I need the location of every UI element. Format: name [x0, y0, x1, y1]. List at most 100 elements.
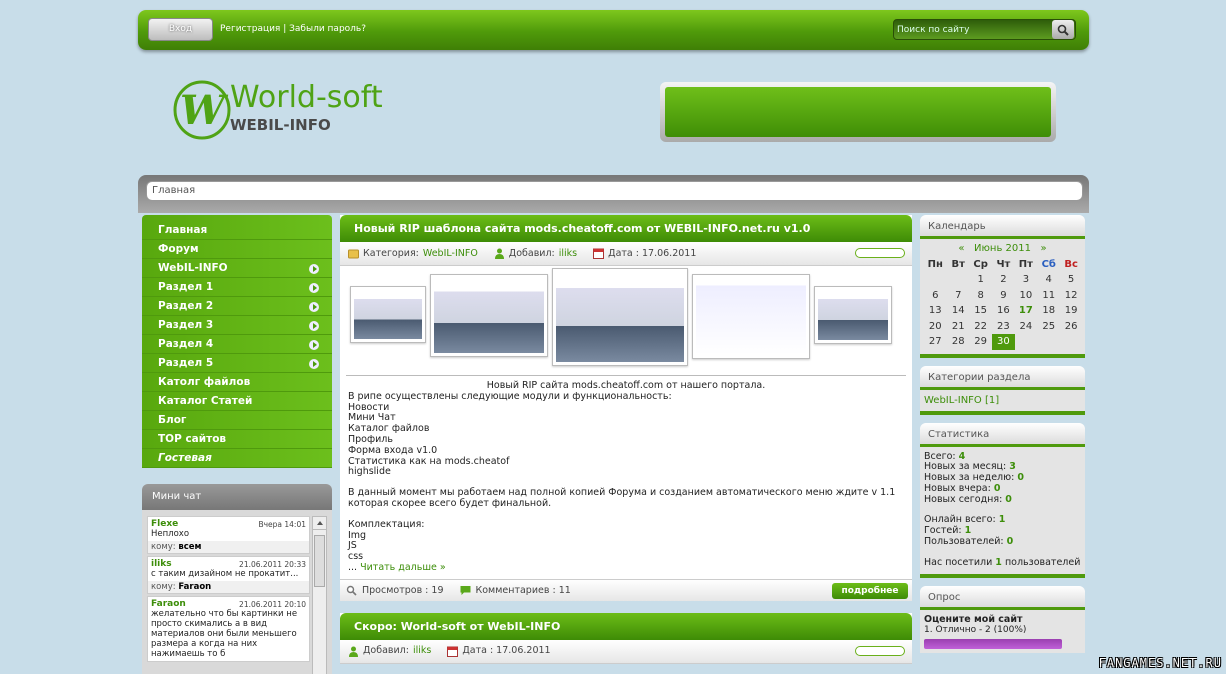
calendar-day[interactable]: 12	[1060, 288, 1082, 304]
breadcrumb[interactable]: Главная	[146, 181, 1083, 201]
calendar-day[interactable]: 25	[1037, 319, 1060, 335]
calendar-day[interactable]: 3	[1015, 272, 1038, 288]
calendar-day[interactable]: 23	[992, 319, 1014, 335]
calendar-day[interactable]: 19	[1060, 303, 1082, 319]
menu-item[interactable]: Раздел 5	[142, 354, 332, 373]
screenshot-thumbnail[interactable]	[692, 274, 810, 359]
menu-item[interactable]: Раздел 4	[142, 335, 332, 354]
author-link[interactable]: iliks	[413, 640, 431, 662]
chat-to-name: Faraon	[178, 582, 212, 592]
menu-item[interactable]: Каталог Статей	[142, 392, 332, 411]
chat-to-name: всем	[178, 542, 202, 552]
calendar-day[interactable]: 2	[992, 272, 1014, 288]
chat-text: желательно что бы картинки не просто ски…	[151, 609, 298, 659]
calendar-day[interactable]: 16	[992, 303, 1014, 319]
menu-item[interactable]: Раздел 1	[142, 278, 332, 297]
calendar-day[interactable]: 14	[948, 303, 970, 319]
search-button[interactable]	[1052, 20, 1074, 39]
menu-item[interactable]: Блог	[142, 411, 332, 430]
post-title[interactable]: Новый RIP шаблона сайта mods.cheatoff.co…	[340, 215, 912, 242]
calendar-day[interactable]: 21	[948, 319, 970, 335]
login-button[interactable]: Вход	[148, 18, 213, 41]
calendar-nav: « Июнь 2011 »	[923, 243, 1082, 254]
menu-item[interactable]: Главная	[142, 221, 332, 240]
scroll-thumb[interactable]	[314, 535, 325, 587]
calendar-day[interactable]: 4	[1037, 272, 1060, 288]
more-button[interactable]: подробнее	[832, 582, 908, 599]
menu-item-label: Форум	[158, 243, 199, 255]
statistics-block: Статистика Всего: 4 Новых за месяц: 3 Новы…	[920, 422, 1085, 578]
chat-to-label: кому:	[151, 542, 176, 552]
post-line: В рипе осуществлены следующие модули и ф…	[348, 390, 672, 402]
site-logo[interactable]: W World-soft WEBIL-INFO	[172, 78, 422, 148]
calendar-day[interactable]: 30	[992, 334, 1015, 350]
menu-item[interactable]: Форум	[142, 240, 332, 259]
chevron-right-icon	[309, 302, 319, 312]
menu-item[interactable]: TOP сайтов	[142, 430, 332, 449]
forgot-password-link[interactable]: Забыли пароль?	[289, 24, 366, 34]
menu-item[interactable]: WebIL-INFO	[142, 259, 332, 278]
stat-value: 4	[958, 450, 966, 462]
category-item[interactable]: WebIL-INFO [1]	[920, 390, 1085, 411]
menu-item[interactable]: Католг файлов	[142, 373, 332, 392]
menu-item-label: TOP сайтов	[158, 433, 227, 445]
register-link[interactable]: Регистрация	[220, 24, 280, 34]
calendar-day[interactable]: 7	[948, 288, 970, 304]
author-link[interactable]: iliks	[559, 243, 577, 265]
calendar-day[interactable]: 8	[969, 288, 992, 304]
stat-label: Онлайн всего:	[924, 514, 996, 526]
screenshot-thumbnail[interactable]	[430, 274, 548, 357]
chat-scrollbar[interactable]	[312, 516, 327, 674]
statistics-online: Онлайн всего: 1 Гостей: 1 Пользователей: 0	[924, 515, 1081, 547]
calendar-day[interactable]: 5	[1060, 272, 1082, 288]
menu-item-label: Блог	[158, 414, 187, 426]
read-more-link[interactable]: Читать дальше »	[360, 562, 446, 573]
calendar-day[interactable]: 20	[923, 319, 948, 335]
stat-label: Всего:	[924, 450, 956, 462]
calendar-day[interactable]: 24	[1015, 319, 1038, 335]
calendar-day[interactable]: 11	[1037, 288, 1060, 304]
calendar-day[interactable]: 27	[923, 334, 948, 350]
search-input[interactable]	[897, 22, 1052, 37]
calendar-day[interactable]: 1	[969, 272, 992, 288]
stat-value: 0	[1005, 493, 1012, 505]
post-title[interactable]: Скоро: World-soft от WebIL-INFO	[340, 612, 912, 640]
calendar-day[interactable]: 18	[1037, 303, 1060, 319]
post-date: Дата : 17.06.2011	[462, 645, 551, 657]
calendar-day[interactable]: 29	[969, 334, 992, 350]
user-icon	[494, 248, 504, 259]
chevron-right-icon	[309, 264, 319, 274]
calendar-weekday: Ср	[973, 259, 988, 270]
screenshot-thumbnail[interactable]	[814, 286, 892, 344]
category-link[interactable]: WebIL-INFO	[423, 243, 478, 265]
visited-value: 1	[995, 556, 1002, 568]
calendar-day[interactable]: 13	[923, 303, 948, 319]
rating-bar	[855, 645, 905, 656]
categories-title: Категории раздела	[920, 365, 1085, 390]
page-wrapper: Вход Регистрация | Забыли пароль? W Worl…	[138, 0, 1089, 674]
comments-count[interactable]: Комментариев : 11	[476, 585, 571, 596]
calendar-empty	[948, 272, 970, 288]
menu-item-label: Католг файлов	[158, 376, 251, 388]
calendar-day[interactable]: 17	[1015, 303, 1038, 319]
screenshot-thumbnail[interactable]	[350, 286, 426, 343]
scroll-up-icon[interactable]	[313, 517, 326, 530]
calendar-day[interactable]: 15	[969, 303, 992, 319]
calendar-month[interactable]: Июнь 2011	[974, 243, 1031, 254]
calendar-next-button[interactable]: »	[1041, 243, 1047, 254]
calendar-prev-button[interactable]: «	[958, 243, 964, 254]
menu-item[interactable]: Гостевая	[142, 449, 332, 468]
calendar-day[interactable]: 28	[948, 334, 970, 350]
screenshot-thumbnail[interactable]	[552, 268, 688, 366]
stat-value: 1	[998, 514, 1006, 526]
menu-item[interactable]: Раздел 2	[142, 297, 332, 316]
calendar-day[interactable]: 26	[1060, 319, 1082, 335]
calendar-day[interactable]: 6	[923, 288, 948, 304]
calendar-day[interactable]: 22	[969, 319, 992, 335]
calendar-day[interactable]: 9	[992, 288, 1014, 304]
calendar-weekday: Чт	[996, 259, 1011, 270]
post-line: Мини Чат	[348, 412, 396, 424]
calendar-day[interactable]: 10	[1015, 288, 1038, 304]
post-date: Дата : 17.06.2011	[608, 247, 697, 259]
menu-item[interactable]: Раздел 3	[142, 316, 332, 335]
